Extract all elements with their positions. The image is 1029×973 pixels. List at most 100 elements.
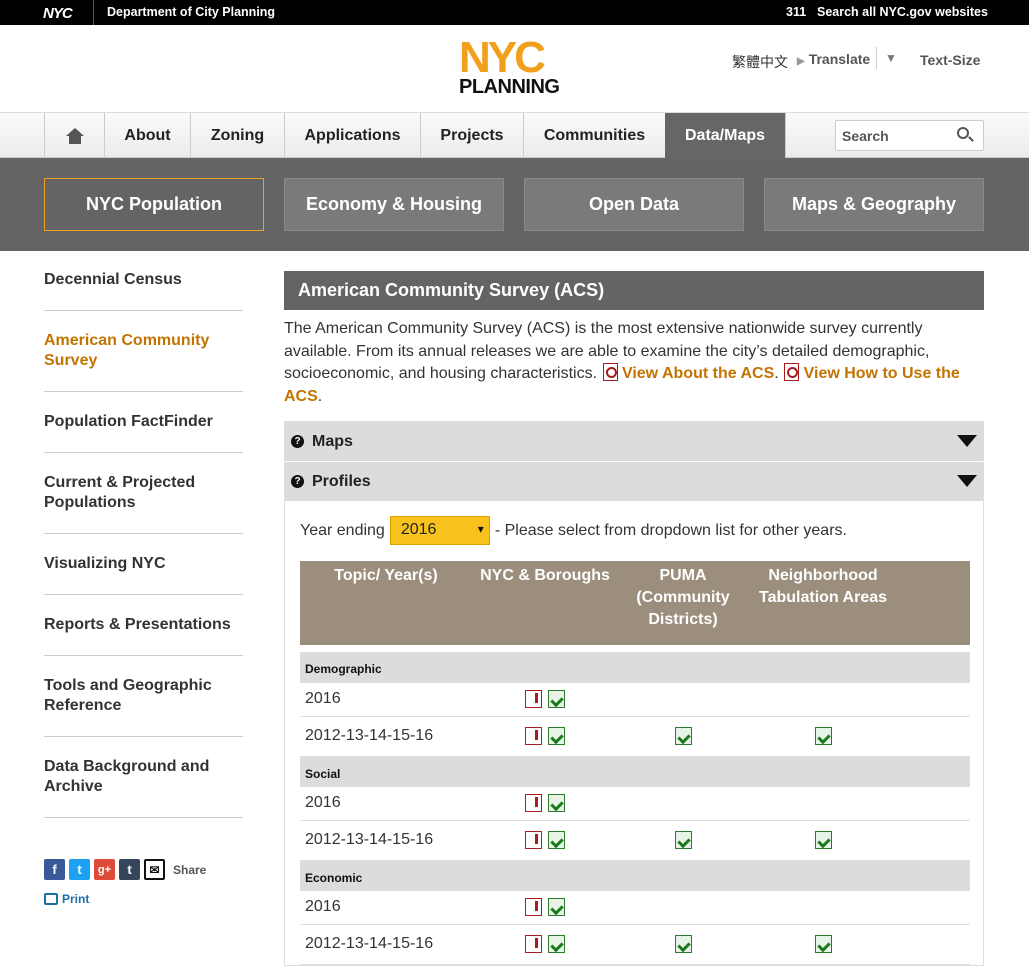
category-economic: Economic — [300, 860, 970, 891]
accordion: ? Maps ? Profiles Year ending 2016 - Ple… — [284, 421, 984, 966]
nta-downloads — [748, 820, 898, 861]
header-puma: PUMA (Community Districts) — [618, 561, 748, 645]
category-row: Demographic — [300, 652, 970, 683]
empty-cell — [898, 786, 970, 821]
puma-downloads — [618, 890, 748, 925]
year-dropdown[interactable]: 2016 — [389, 516, 490, 545]
subnav-nyc-population[interactable]: NYC Population — [44, 178, 264, 231]
category-demographic: Demographic — [300, 652, 970, 683]
help-icon[interactable]: ? — [291, 475, 304, 488]
puma-downloads — [618, 820, 748, 861]
table-header-row: Topic/ Year(s) NYC & Boroughs PUMA (Comm… — [300, 561, 970, 645]
header-blank — [898, 561, 970, 645]
excel-download-icon[interactable] — [548, 794, 565, 812]
year-hint: - Please select from dropdown list for o… — [494, 521, 847, 539]
about-acs-link[interactable]: View About the ACS — [622, 365, 774, 382]
header-topic-years: Topic/ Year(s) — [300, 561, 472, 645]
table-row: 2016 — [300, 682, 970, 717]
help-icon[interactable]: ? — [291, 435, 304, 448]
subnav-economy-housing[interactable]: Economy & Housing — [284, 178, 504, 231]
subnav-maps-geography[interactable]: Maps & Geography — [764, 178, 984, 231]
row-year: 2012-13-14-15-16 — [300, 820, 472, 861]
accordion-maps[interactable]: ? Maps — [285, 422, 983, 462]
nav-projects[interactable]: Projects — [420, 113, 523, 158]
nav-data-maps[interactable]: Data/Maps — [665, 113, 785, 158]
table-row: 2016 — [300, 890, 970, 925]
sidebar-item-tools[interactable]: Tools and Geographic Reference — [44, 656, 243, 737]
excel-download-icon[interactable] — [548, 727, 565, 745]
category-social: Social — [300, 756, 970, 787]
translate-label: Translate — [808, 51, 871, 67]
excel-download-icon[interactable] — [814, 727, 832, 745]
nav-about[interactable]: About — [104, 113, 190, 158]
sub-nav: NYC Population Economy & Housing Open Da… — [0, 158, 1029, 251]
row-year: 2016 — [300, 786, 472, 821]
puma-downloads — [618, 682, 748, 717]
excel-download-icon[interactable] — [674, 831, 692, 849]
nyc-boroughs-downloads — [472, 716, 618, 757]
sidebar-item-visualizing-nyc[interactable]: Visualizing NYC — [44, 534, 243, 595]
excel-download-icon[interactable] — [548, 690, 565, 708]
top-bar: NYC Department of City Planning 311 Sear… — [0, 0, 1029, 25]
pdf-download-icon[interactable] — [525, 794, 542, 812]
google-plus-icon[interactable]: g+ — [94, 859, 115, 880]
pdf-download-icon[interactable] — [525, 690, 542, 708]
nta-downloads — [748, 682, 898, 717]
excel-download-icon[interactable] — [674, 727, 692, 745]
pdf-download-icon[interactable] — [525, 898, 542, 916]
excel-download-icon[interactable] — [674, 935, 692, 953]
year-label: Year ending — [300, 521, 385, 539]
excel-download-icon[interactable] — [814, 935, 832, 953]
pdf-icon — [783, 363, 800, 381]
pdf-download-icon[interactable] — [525, 727, 542, 745]
excel-download-icon[interactable] — [548, 898, 565, 916]
nyc-planning-logo[interactable]: NYC PLANNING — [459, 33, 571, 98]
nyc-gov-logo[interactable]: NYC — [43, 5, 73, 22]
link-311[interactable]: 311 — [786, 5, 806, 19]
sidebar-item-decennial-census[interactable]: Decennial Census — [44, 251, 243, 311]
nyc-boroughs-downloads — [472, 890, 618, 925]
sidebar-item-data-background[interactable]: Data Background and Archive — [44, 737, 243, 818]
language-link[interactable]: 繁體中文 — [732, 52, 788, 72]
nta-downloads — [748, 716, 898, 757]
sidebar: Decennial Census American Community Surv… — [44, 251, 243, 818]
share-bar: f t g+ t ✉ Share — [44, 859, 206, 880]
print-button[interactable]: Print — [44, 892, 89, 906]
profiles-panel: Year ending 2016 - Please select from dr… — [285, 502, 983, 965]
text-size-button[interactable]: Text-Size — [920, 52, 980, 68]
caret-right-icon: ▶ — [797, 56, 805, 67]
search-icon[interactable] — [957, 127, 969, 139]
puma-downloads — [618, 716, 748, 757]
email-icon[interactable]: ✉ — [144, 859, 165, 880]
logo-nyc-text: NYC — [459, 33, 546, 82]
excel-download-icon[interactable] — [548, 935, 565, 953]
department-link[interactable]: Department of City Planning — [107, 5, 275, 19]
tumblr-icon[interactable]: t — [119, 859, 140, 880]
nav-home[interactable] — [44, 113, 104, 158]
row-year: 2016 — [300, 682, 472, 717]
nav-applications[interactable]: Applications — [284, 113, 420, 158]
nav-zoning[interactable]: Zoning — [190, 113, 284, 158]
excel-download-icon[interactable] — [814, 831, 832, 849]
row-year: 2016 — [300, 890, 472, 925]
page-title: American Community Survey (ACS) — [284, 271, 984, 310]
accordion-profiles-label: Profiles — [312, 472, 371, 490]
pdf-download-icon[interactable] — [525, 935, 542, 953]
sidebar-item-population-factfinder[interactable]: Population FactFinder — [44, 392, 243, 453]
sidebar-item-current-projected[interactable]: Current & Projected Populations — [44, 453, 243, 534]
nav-communities[interactable]: Communities — [523, 113, 665, 158]
search-input[interactable]: Search — [835, 120, 984, 151]
translate-button[interactable]: ▶ Translate — [797, 51, 870, 67]
search-all-link[interactable]: Search all NYC.gov websites — [817, 5, 988, 19]
facebook-icon[interactable]: f — [44, 859, 65, 880]
share-label[interactable]: Share — [173, 863, 206, 877]
excel-download-icon[interactable] — [548, 831, 565, 849]
twitter-icon[interactable]: t — [69, 859, 90, 880]
translate-dropdown-icon[interactable]: ▼ — [876, 47, 897, 69]
subnav-open-data[interactable]: Open Data — [524, 178, 744, 231]
pdf-download-icon[interactable] — [525, 831, 542, 849]
site-header: NYC PLANNING 繁體中文 ▶ Translate ▼ Text-Size — [0, 25, 1029, 113]
sidebar-item-reports[interactable]: Reports & Presentations — [44, 595, 243, 656]
sidebar-item-acs[interactable]: American Community Survey — [44, 311, 243, 392]
accordion-profiles[interactable]: ? Profiles — [285, 462, 983, 502]
